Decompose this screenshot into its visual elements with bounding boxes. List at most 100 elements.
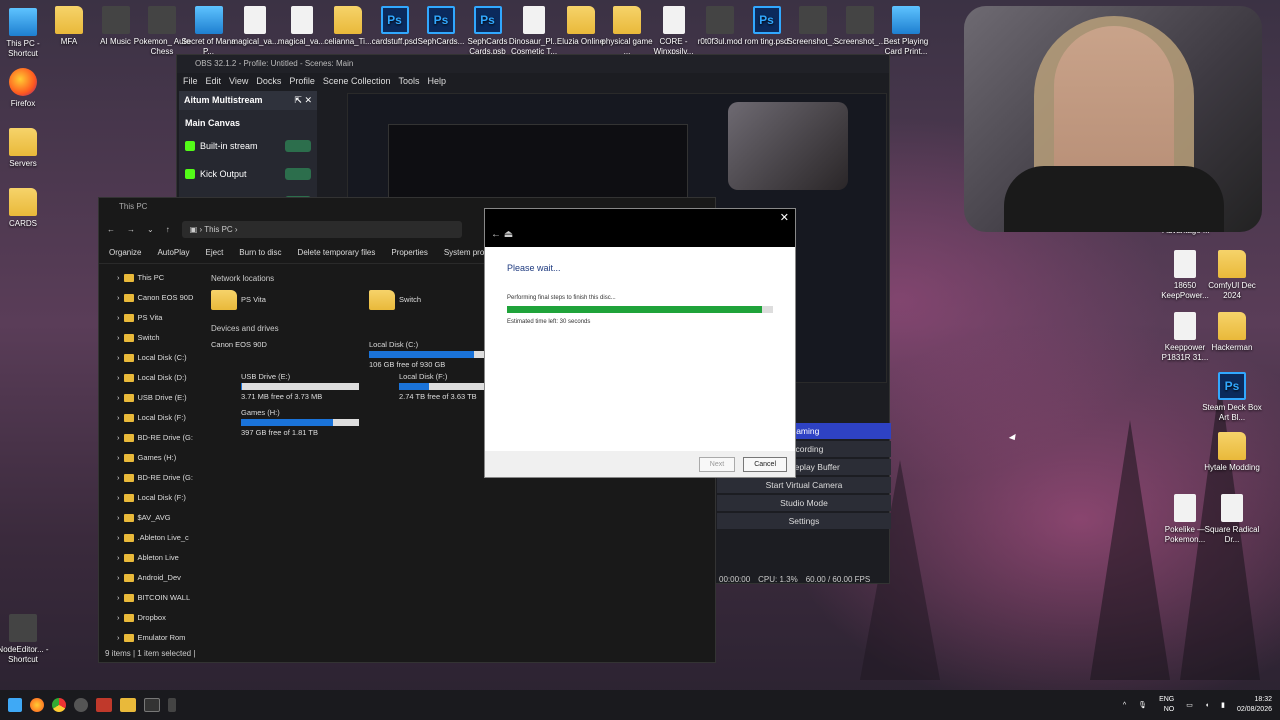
nav-item[interactable]: › Ableton Live <box>99 548 199 568</box>
desktop-icon-label: ComfyUI Dec 2024 <box>1208 281 1256 300</box>
burn-app-icon[interactable] <box>96 698 112 712</box>
nav-item[interactable]: › Local Disk (F:) <box>99 488 199 508</box>
folder-icon <box>566 6 595 34</box>
drive-icon <box>123 514 134 522</box>
battery-icon[interactable]: ▮ <box>1221 701 1225 709</box>
app-icon[interactable] <box>74 698 88 712</box>
nav-item[interactable]: › Emulator Rom <box>99 628 199 648</box>
nav-item[interactable]: › BD-RE Drive (G: <box>99 428 199 448</box>
chevron-down-icon[interactable]: ⌄ <box>147 225 154 234</box>
file-explorer-icon[interactable] <box>120 698 136 712</box>
drive-item[interactable]: USB Drive (E:) 3.71 MB free of 3.73 MB <box>241 372 359 401</box>
firefox-icon[interactable] <box>30 698 44 712</box>
chevron-right-icon: › <box>117 333 120 342</box>
app-icon <box>1174 250 1196 278</box>
nav-item[interactable]: › PS Vita <box>99 308 199 328</box>
output-label: Kick Output <box>200 169 247 179</box>
burn-disc-dialog[interactable]: ✕ ← ⏏ Please wait... Performing final st… <box>484 208 796 478</box>
clock[interactable]: 18:32 02/08/2026 <box>1237 695 1272 715</box>
control-button[interactable]: Settings <box>717 513 891 529</box>
toolbar-button[interactable]: Eject <box>206 248 224 257</box>
toolbar-button[interactable]: Properties <box>391 248 427 257</box>
burn-progress-bar <box>507 306 773 313</box>
drive-icon <box>123 494 134 502</box>
toolbar-button[interactable]: Organize <box>109 248 141 257</box>
nav-item[interactable]: › USB Drive (E:) <box>99 388 199 408</box>
next-button[interactable]: Next <box>698 456 736 472</box>
start-icon[interactable] <box>8 698 22 712</box>
desktop-icon[interactable]: Servers <box>0 128 53 169</box>
nav-item[interactable]: › Local Disk (F:) <box>99 408 199 428</box>
network-item[interactable]: Switch <box>369 290 421 310</box>
chevron-right-icon: › <box>117 533 120 542</box>
output-label: Built-in stream <box>200 141 258 151</box>
nav-item[interactable]: › Switch <box>99 328 199 348</box>
network-icon[interactable]: ▭ <box>1186 701 1193 709</box>
menu-item-profile[interactable]: Profile <box>289 76 315 86</box>
nav-item[interactable]: › This PC <box>99 268 199 288</box>
drive-item[interactable]: Canon EOS 90D <box>211 340 267 349</box>
close-icon[interactable]: ✕ <box>780 211 789 224</box>
output-toggle[interactable] <box>285 168 311 180</box>
control-button[interactable]: Start Virtual Camera <box>717 477 891 493</box>
menu-item-view[interactable]: View <box>229 76 248 86</box>
desktop-icon[interactable]: ComfyUI Dec 2024 <box>1202 250 1262 301</box>
desktop-icon[interactable]: Best Playing Card Print... <box>876 6 936 57</box>
volume-icon[interactable]: ◖ <box>1205 702 1209 709</box>
desktop-icon[interactable]: Hytale Modding <box>1202 432 1262 473</box>
menu-item-docks[interactable]: Docks <box>256 76 281 86</box>
drive-item[interactable]: Games (H:) 397 GB free of 1.81 TB <box>241 408 359 437</box>
forward-arrow-icon[interactable]: → <box>127 225 135 234</box>
nav-item[interactable]: › BITCOIN WALL <box>99 588 199 608</box>
back-arrow-icon[interactable]: ← ⏏ <box>491 229 513 240</box>
desktop-icon[interactable]: Firefox <box>0 68 53 109</box>
terminal-icon[interactable] <box>144 698 160 712</box>
output-toggle[interactable] <box>285 140 311 152</box>
nav-item[interactable]: › Games (H:) <box>99 448 199 468</box>
toolbar-button[interactable]: Delete temporary files <box>298 248 376 257</box>
doc-icon <box>290 6 313 34</box>
desktop-icon[interactable]: Hackerman <box>1202 312 1262 353</box>
drive-icon <box>123 534 134 542</box>
desktop-icon[interactable]: Square Radical Dr... <box>1202 494 1262 545</box>
chevron-right-icon: › <box>117 353 120 362</box>
nav-item[interactable]: › Canon EOS 90D <box>99 288 199 308</box>
folder-icon <box>613 6 641 34</box>
psd-icon: Ps <box>427 6 455 34</box>
control-button[interactable]: Studio Mode <box>717 495 891 511</box>
network-item[interactable]: PS Vita <box>211 290 266 310</box>
address-input[interactable]: ▣ › This PC › <box>181 220 462 238</box>
nav-item[interactable]: › .Ableton Live_c <box>99 528 199 548</box>
nav-item[interactable]: › BD-RE Drive (G: <box>99 468 199 488</box>
desktop-icon[interactable]: Ps Steam Deck Box Art Bl... <box>1202 372 1262 423</box>
mic-app-icon[interactable] <box>168 698 176 712</box>
menu-item-edit[interactable]: Edit <box>206 76 222 86</box>
drive-name: Canon EOS 90D <box>211 340 267 349</box>
toolbar-button[interactable]: Burn to disc <box>239 248 281 257</box>
back-arrow-icon[interactable]: ← <box>107 225 115 234</box>
up-arrow-icon[interactable]: ↑ <box>166 225 170 234</box>
menu-item-scene-collection[interactable]: Scene Collection <box>323 76 391 86</box>
nav-item[interactable]: › Local Disk (C:) <box>99 348 199 368</box>
nav-item[interactable]: › Dropbox <box>99 608 199 628</box>
drive-item[interactable]: Local Disk (C:) 106 GB free of 930 GB <box>369 340 487 369</box>
desktop-icon[interactable]: NodeEditor... - Shortcut <box>0 614 53 665</box>
nav-item[interactable]: › Local Disk (D:) <box>99 368 199 388</box>
dock-close-icon[interactable]: ⇱ ✕ <box>294 95 312 106</box>
chevron-up-icon[interactable]: ^ <box>1123 702 1126 709</box>
chrome-icon[interactable] <box>52 698 66 712</box>
toolbar-button[interactable]: System prop <box>444 248 489 257</box>
pc-icon <box>9 8 37 36</box>
microphone-icon[interactable]: 🎙 <box>1138 701 1147 709</box>
menu-item-tools[interactable]: Tools <box>398 76 419 86</box>
language-indicator[interactable]: ENG NO <box>1159 695 1174 715</box>
cancel-button[interactable]: Cancel <box>743 456 787 472</box>
drive-icon <box>123 394 134 402</box>
doc-icon <box>1174 494 1196 522</box>
nav-item[interactable]: › Android_Dev <box>99 568 199 588</box>
menu-item-file[interactable]: File <box>183 76 198 86</box>
desktop-icon[interactable]: CARDS <box>0 188 53 229</box>
nav-item[interactable]: › $AV_AVG <box>99 508 199 528</box>
menu-item-help[interactable]: Help <box>427 76 446 86</box>
toolbar-button[interactable]: AutoPlay <box>157 248 189 257</box>
